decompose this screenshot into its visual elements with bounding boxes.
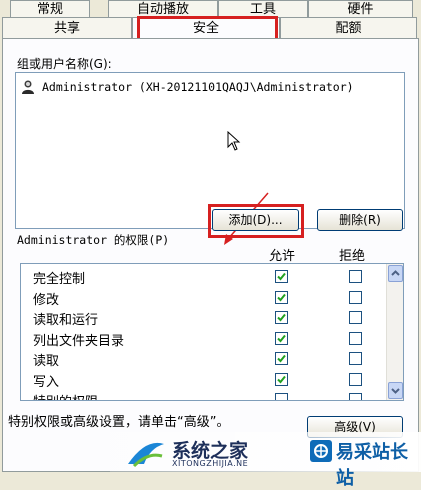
deny-checkbox[interactable] <box>349 352 362 365</box>
add-button-label: 添加(D)... <box>228 213 283 227</box>
allow-checkbox[interactable] <box>275 290 288 304</box>
permissions-list[interactable]: 完全控制修改读取和运行列出文件夹目录读取写入特别的权限 <box>20 263 404 401</box>
scroll-up-button[interactable] <box>388 265 403 282</box>
tab-row-front: 共享 安全 配额 <box>0 17 421 40</box>
deny-checkbox[interactable] <box>349 393 362 400</box>
remove-button-label: 删除(R) <box>339 213 381 227</box>
permission-name: 读取 <box>33 354 60 369</box>
permission-name: 特别的权限 <box>33 391 98 400</box>
remove-button[interactable]: 删除(R) <box>317 209 403 231</box>
tab-general[interactable]: 常规 <box>10 0 90 18</box>
allow-checkbox[interactable] <box>275 270 288 283</box>
tab-sharing[interactable]: 共享 <box>2 17 132 39</box>
tab-security-label: 安全 <box>192 21 219 36</box>
tab-row-back: 常规 自动播放 工具 硬件 <box>0 0 421 18</box>
tab-quota[interactable]: 配额 <box>280 17 417 39</box>
tab-tools[interactable]: 工具 <box>218 0 308 18</box>
watermark-right-title: 易采站长站 <box>336 442 408 489</box>
permission-row: 完全控制 <box>21 266 403 287</box>
user-entry-text: Administrator (XH-20121101QAQJ\Administr… <box>42 80 354 94</box>
tab-tools-label: 工具 <box>249 2 276 17</box>
permissions-scrollbar[interactable] <box>386 264 403 400</box>
permission-name: 读取和运行 <box>33 313 99 328</box>
user-list-item[interactable]: Administrator (XH-20121101QAQJ\Administr… <box>20 77 390 97</box>
permission-row: 读取和运行 <box>21 307 403 328</box>
scroll-down-button[interactable] <box>388 382 403 399</box>
permission-name: 列出文件夹目录 <box>33 333 125 349</box>
allow-header: 允许 <box>269 249 296 264</box>
deny-header: 拒绝 <box>339 249 366 264</box>
permission-row: 读取 <box>21 348 403 369</box>
permissions-label: Administrator 的权限(P) <box>17 233 170 247</box>
permission-name: 修改 <box>33 292 60 308</box>
permission-name: 完全控制 <box>33 272 86 287</box>
deny-checkbox[interactable] <box>349 290 362 304</box>
chevron-up-icon <box>391 270 400 276</box>
tab-security[interactable]: 安全 <box>132 17 280 40</box>
security-panel: 组或用户名称(G): Administrator (XH-20121101QAQ… <box>2 38 419 472</box>
allow-checkbox[interactable] <box>275 331 288 345</box>
tab-hardware-label: 硬件 <box>347 2 374 17</box>
mouse-cursor-icon <box>227 131 241 151</box>
tab-general-label: 常规 <box>36 2 63 17</box>
site-logo-icon <box>128 442 164 468</box>
allow-checkbox[interactable] <box>275 372 288 386</box>
watermark-banner: 系统之家 XITONGZHIJIA.NE 易采站长站 <box>110 432 421 489</box>
group-or-user-label: 组或用户名称(G): <box>17 57 112 71</box>
deny-checkbox[interactable] <box>349 331 362 345</box>
tab-autoplay-label: 自动播放 <box>136 2 189 17</box>
add-button[interactable]: 添加(D)... <box>212 209 299 231</box>
permission-name: 写入 <box>33 374 60 390</box>
allow-checkbox[interactable] <box>275 352 288 365</box>
watermark-right-icon <box>310 440 332 462</box>
allow-checkbox[interactable] <box>275 311 288 324</box>
advanced-note: 特别权限或高级设置，请单击“高级”。 <box>8 415 230 430</box>
tab-autoplay[interactable]: 自动播放 <box>108 0 218 18</box>
permission-row: 特别的权限 <box>21 389 403 400</box>
deny-checkbox[interactable] <box>349 311 362 324</box>
tab-hardware[interactable]: 硬件 <box>308 0 413 18</box>
user-listbox[interactable]: Administrator (XH-20121101QAQJ\Administr… <box>15 72 405 245</box>
user-icon <box>20 79 36 95</box>
deny-checkbox[interactable] <box>349 372 362 386</box>
tab-sharing-label: 共享 <box>53 21 80 36</box>
permission-row: 写入 <box>21 369 403 390</box>
watermark-left-sub: XITONGZHIJIA.NE <box>172 459 249 468</box>
permission-row: 修改 <box>21 287 403 308</box>
allow-checkbox[interactable] <box>275 393 288 400</box>
deny-checkbox[interactable] <box>349 270 362 283</box>
permission-row: 列出文件夹目录 <box>21 328 403 349</box>
chevron-down-icon <box>391 388 400 394</box>
tab-quota-label: 配额 <box>335 21 362 36</box>
